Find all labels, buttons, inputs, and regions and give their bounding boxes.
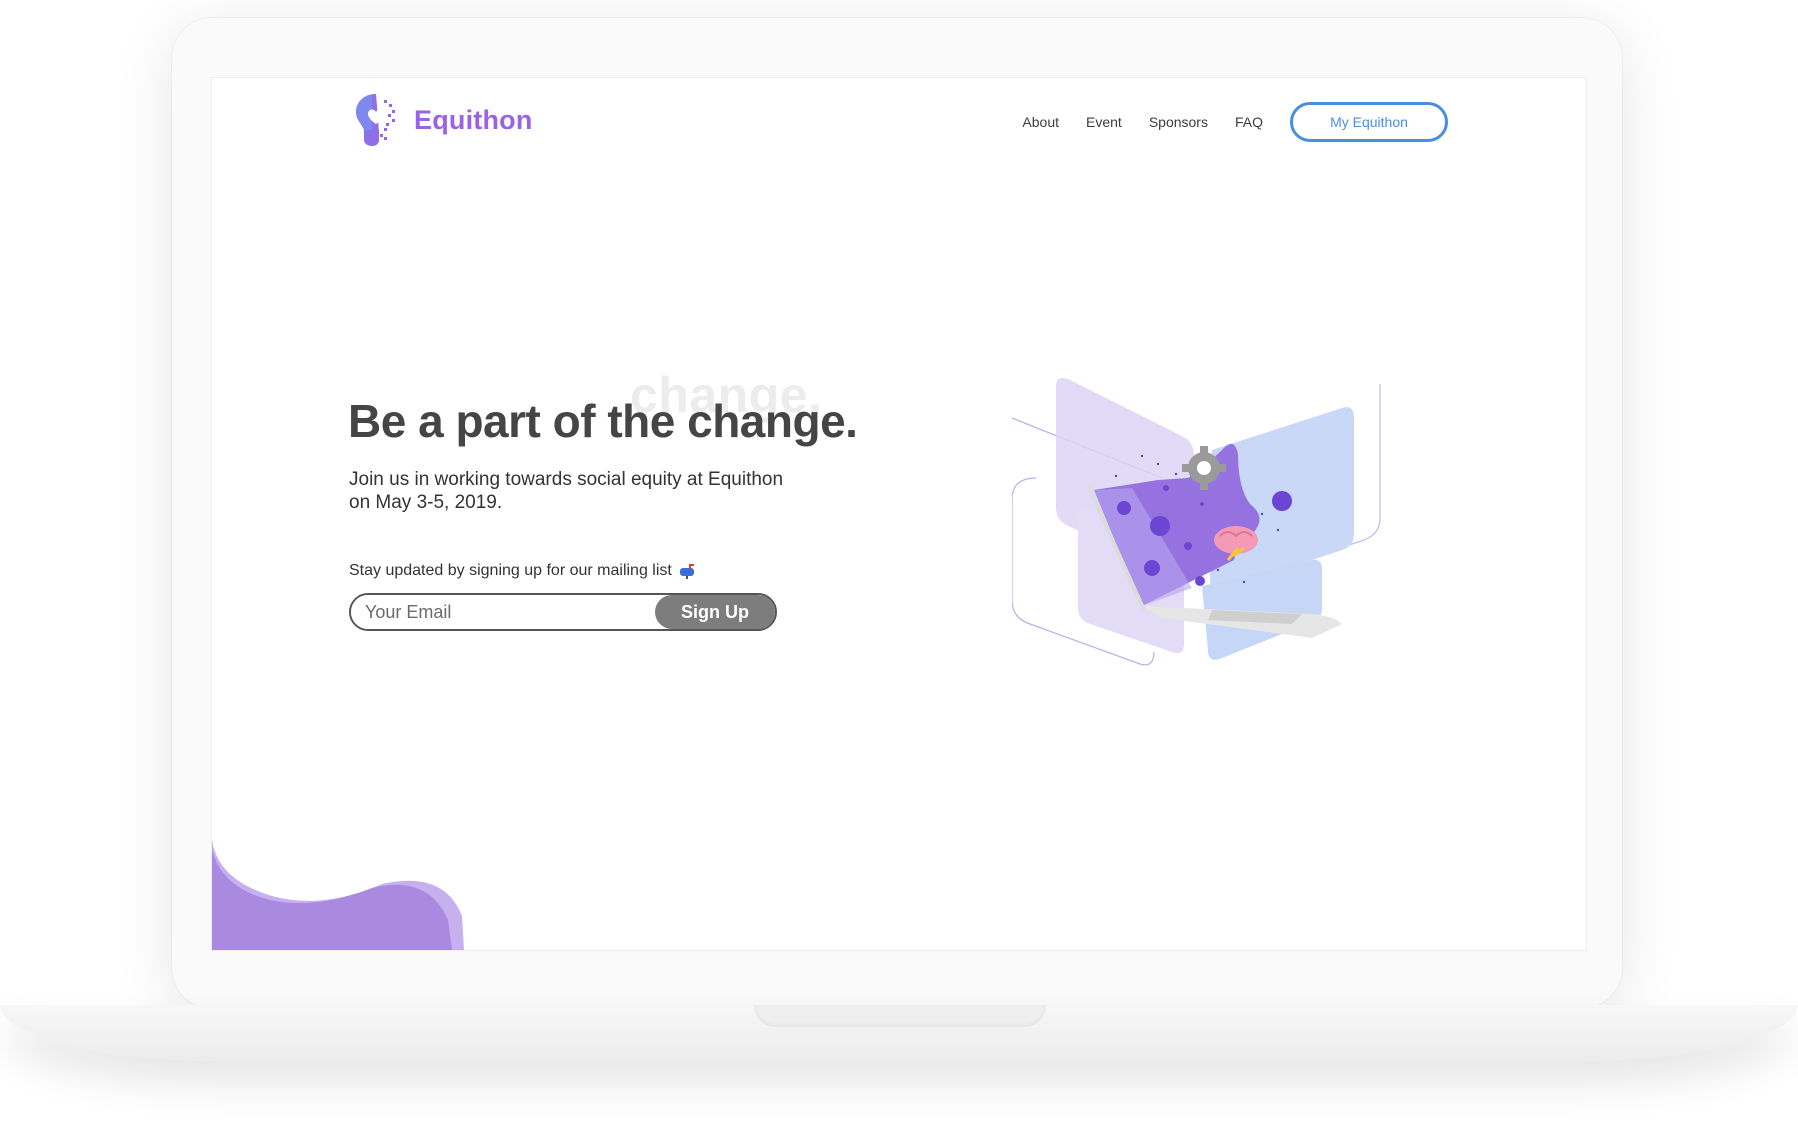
brand-logo[interactable]: Equithon	[354, 92, 533, 148]
mailing-list-label: Stay updated by signing up for our maili…	[349, 562, 696, 580]
email-input[interactable]	[351, 595, 655, 629]
signup-form: Sign Up	[349, 593, 777, 631]
laptop-illustration	[1012, 378, 1381, 666]
signup-button[interactable]: Sign Up	[655, 595, 775, 629]
lightbulb-logo-icon	[356, 94, 395, 146]
top-nav: About Event Sponsors FAQ My Equithon	[1022, 102, 1448, 142]
nav-event[interactable]: Event	[1086, 114, 1122, 130]
brand-name: Equithon	[414, 104, 533, 135]
hero-subtitle: Join us in working towards social equity…	[349, 469, 784, 513]
laptop-notch	[754, 1005, 1046, 1027]
decorative-blob	[212, 840, 464, 950]
my-equithon-button[interactable]: My Equithon	[1290, 102, 1448, 142]
nav-sponsors[interactable]: Sponsors	[1149, 114, 1208, 130]
nav-faq[interactable]: FAQ	[1235, 114, 1263, 130]
mailbox-icon	[679, 564, 694, 579]
hero-title: Be a part of the change.	[348, 395, 858, 447]
nav-about[interactable]: About	[1022, 114, 1059, 130]
website-screen: Equithon About Event Sponsors FAQ My Equ…	[212, 78, 1586, 950]
mailing-list-text: Stay updated by signing up for our maili…	[349, 562, 672, 579]
